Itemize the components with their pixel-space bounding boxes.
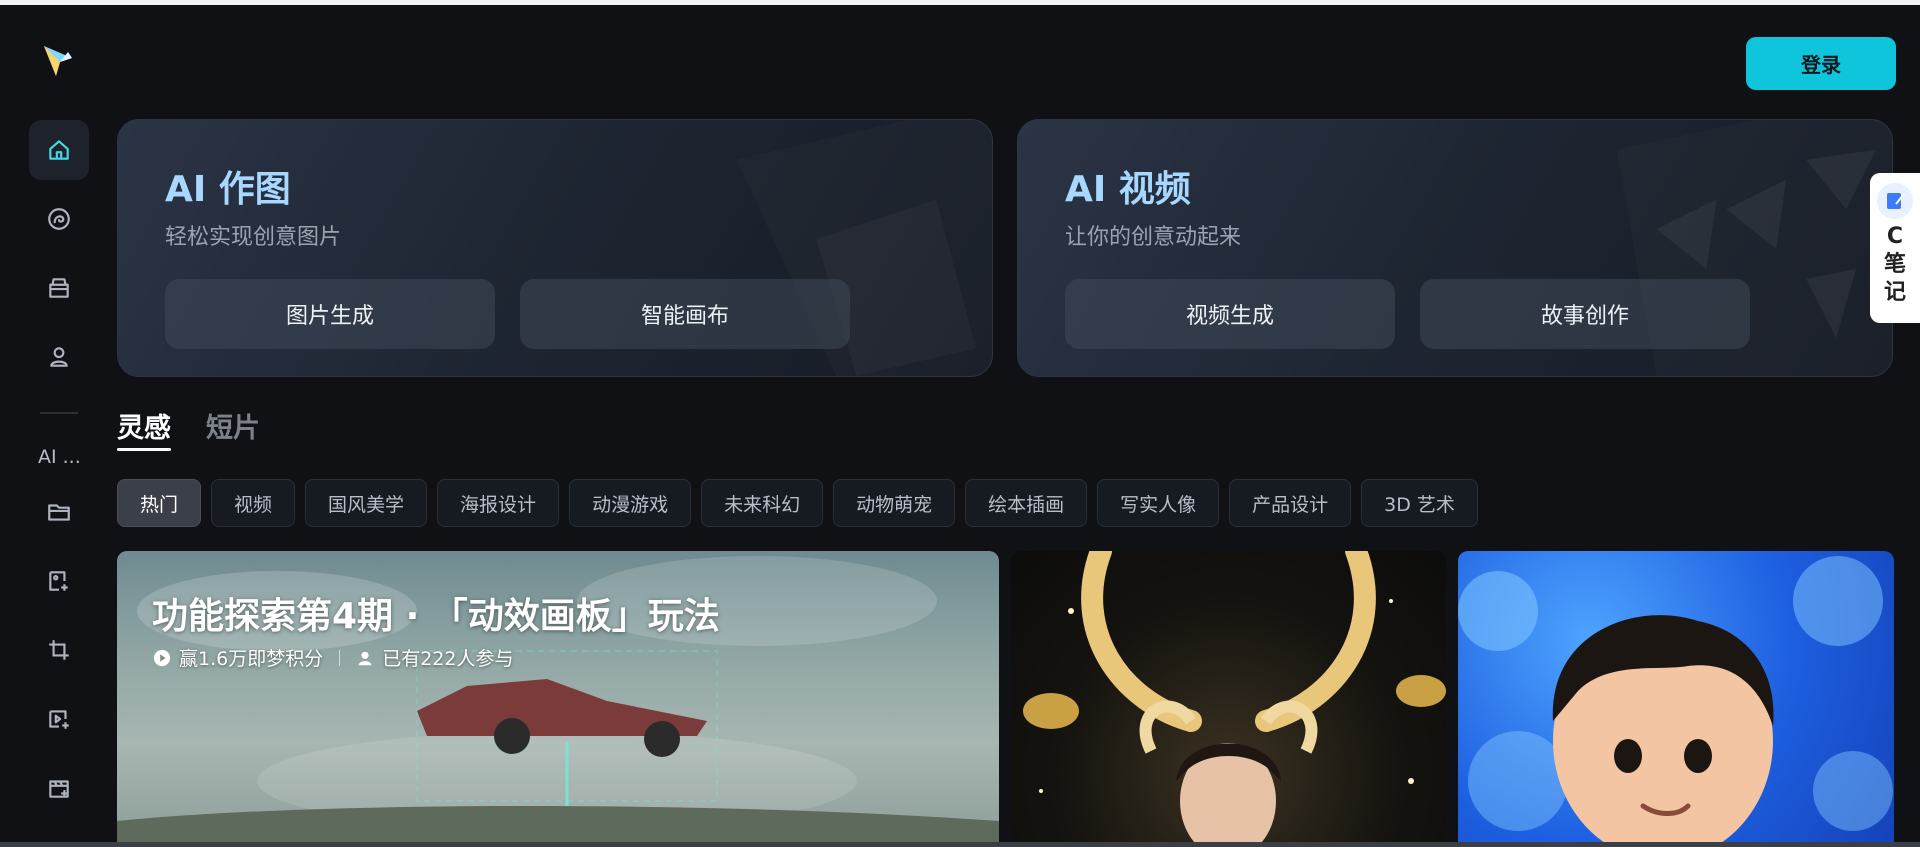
banner-meta: 赢1.6万即梦积分 已有222人参与 <box>153 644 513 671</box>
banner-title: 功能探索第4期 · 「动效画板」玩法 <box>152 596 720 637</box>
category-chip[interactable]: 动漫游戏 <box>569 479 692 527</box>
card-title: AI 视频 <box>1065 169 1191 210</box>
card-title: AI 作图 <box>165 169 291 210</box>
category-chip[interactable]: 国风美学 <box>305 479 428 527</box>
top-strip <box>0 0 1920 5</box>
home-icon <box>49 140 69 160</box>
sidebar-item-image-generate[interactable] <box>29 551 89 611</box>
note-icon <box>1877 183 1913 219</box>
sidebar-item-assets[interactable] <box>29 482 89 542</box>
points-icon <box>153 649 171 666</box>
sidebar-item-home[interactable] <box>29 120 89 180</box>
sidebar-item-store[interactable] <box>29 258 89 318</box>
category-chip[interactable]: 绘本插画 <box>965 479 1088 527</box>
sidebar-section-label: AI ... <box>38 446 81 468</box>
app-logo[interactable] <box>38 40 78 80</box>
category-chip[interactable]: 3D 艺术 <box>1361 479 1478 527</box>
card-artwork <box>1458 556 1893 847</box>
folder-icon <box>48 504 70 521</box>
user-icon <box>358 651 372 665</box>
login-button[interactable]: 登录 <box>1746 37 1896 90</box>
card-artwork <box>1023 551 1446 847</box>
category-chip[interactable]: 热门 <box>117 479 202 527</box>
inspiration-card[interactable] <box>1011 551 1446 847</box>
sidebar-divider <box>40 412 78 414</box>
category-chip[interactable]: 产品设计 <box>1229 479 1352 527</box>
sidebar-item-story[interactable] <box>29 758 89 818</box>
meta-divider <box>339 649 341 666</box>
category-chip[interactable]: 动物萌宠 <box>833 479 956 527</box>
sidebar-item-profile[interactable] <box>29 327 89 387</box>
video-sparkle-icon <box>49 710 69 729</box>
banner-participants: 已有222人参与 <box>382 648 514 670</box>
feature-card-image: AI 作图 轻松实现创意图片 图片生成 智能画布 <box>117 119 993 377</box>
image-sparkle-icon <box>49 571 68 591</box>
banner-reward: 赢1.6万即梦积分 <box>179 648 324 670</box>
sidebar-item-video-generate[interactable] <box>29 689 89 749</box>
category-chip[interactable]: 写实人像 <box>1097 479 1220 527</box>
horizontal-scrollbar[interactable] <box>0 842 1920 847</box>
sidebar-item-explore[interactable] <box>29 189 89 249</box>
store-icon <box>49 278 69 298</box>
tab-shorts[interactable]: 短片 <box>206 406 260 445</box>
category-chip[interactable]: 未来科幻 <box>701 479 824 527</box>
clapboard-icon <box>49 780 69 798</box>
image-generate-button[interactable]: 图片生成 <box>165 279 495 349</box>
sidebar-item-canvas[interactable] <box>29 620 89 680</box>
swirl-icon <box>48 208 70 230</box>
tab-inspiration[interactable]: 灵感 <box>117 406 171 445</box>
story-create-button[interactable]: 故事创作 <box>1420 279 1750 349</box>
smart-canvas-button[interactable]: 智能画布 <box>520 279 850 349</box>
video-generate-button[interactable]: 视频生成 <box>1065 279 1395 349</box>
category-chip[interactable]: 视频 <box>211 479 296 527</box>
note-label: C笔记 <box>1883 224 1906 305</box>
category-filter: 热门 视频 国风美学 海报设计 动漫游戏 未来科幻 动物萌宠 绘本插画 写实人像… <box>117 479 1478 527</box>
tab-underline <box>117 448 171 451</box>
note-widget[interactable]: C笔记 <box>1870 173 1920 323</box>
card-subtitle: 轻松实现创意图片 <box>165 225 342 250</box>
card-subtitle: 让你的创意动起来 <box>1065 225 1242 250</box>
feature-card-video: AI 视频 让你的创意动起来 视频生成 故事创作 <box>1017 119 1893 377</box>
event-banner[interactable]: 功能探索第4期 · 「动效画板」玩法 赢1.6万即梦积分 已有222人参与 <box>117 551 999 847</box>
user-icon <box>50 347 68 367</box>
category-chip[interactable]: 海报设计 <box>437 479 560 527</box>
crop-icon <box>49 640 69 660</box>
inspiration-card[interactable] <box>1458 551 1894 847</box>
